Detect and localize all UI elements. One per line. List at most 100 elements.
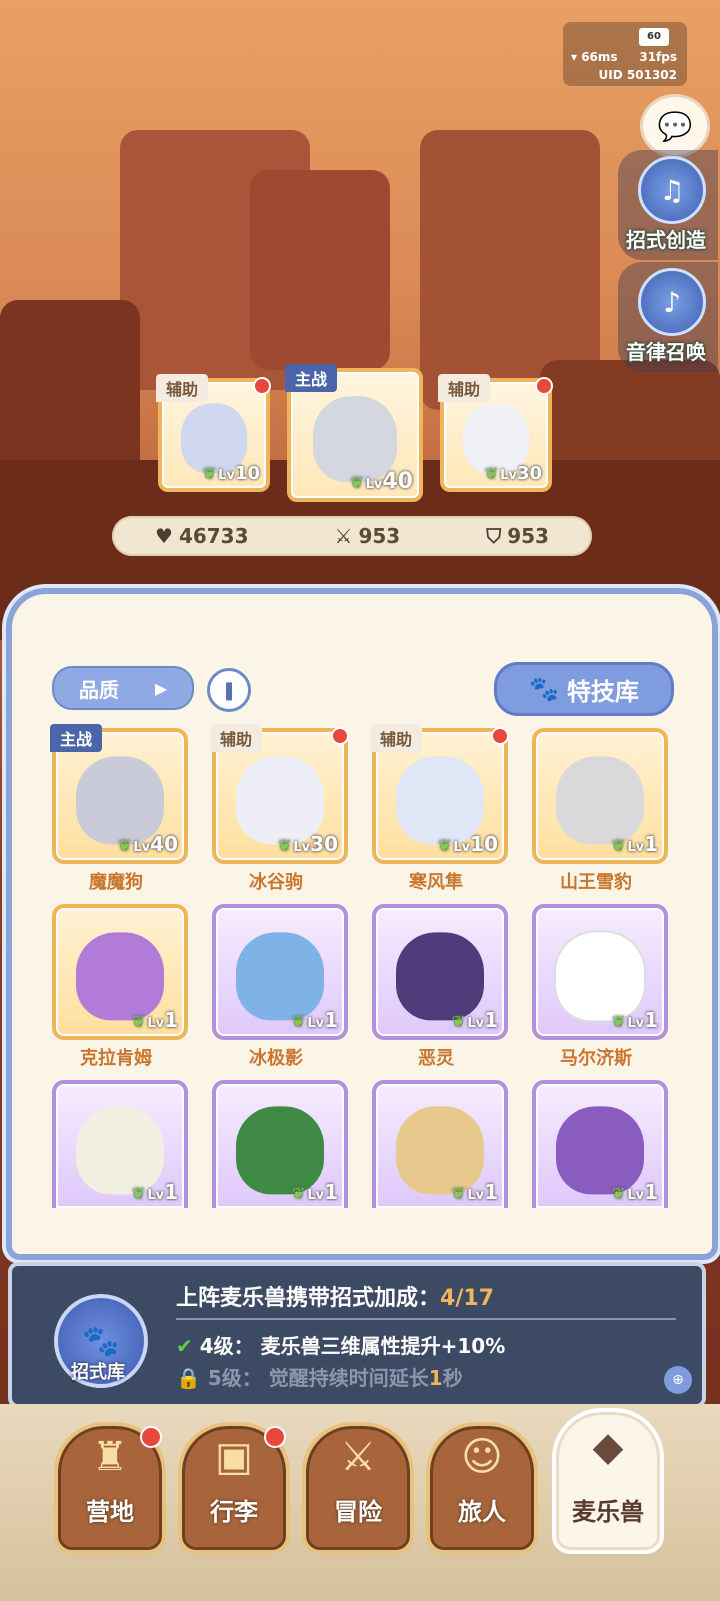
pet-card[interactable]: 主战 ❦ Lv40 xyxy=(50,724,188,864)
move-library-label: 招式库 xyxy=(71,1362,125,1383)
chat-bubble-icon: 💬 xyxy=(657,109,693,143)
paw-icon: 🐾 xyxy=(529,675,559,703)
paw-shield-icon: 🐾 xyxy=(82,1323,120,1359)
pet-card[interactable]: ❦ Lv1 xyxy=(212,904,348,1040)
pet-card[interactable]: 辅助 ❦ Lv30 xyxy=(210,724,349,864)
team-slot-support-2[interactable]: 辅助 ❦ Lv30 xyxy=(438,374,553,492)
rhythm-summon-label: 音律召唤 xyxy=(626,340,706,364)
pet-card[interactable]: ❦ Lv1 xyxy=(372,904,508,1040)
nav-adventure[interactable]: ⚔ 冒险 xyxy=(302,1422,414,1554)
role-tag: 主战 xyxy=(285,364,338,392)
uid-readout: UID 501302 xyxy=(598,68,677,82)
quality-filter-button[interactable]: 品质 ▶ xyxy=(52,666,194,710)
level-badge: ❦ Lv1 xyxy=(611,832,658,856)
rhythm-summon-button[interactable]: ♪ 音律召唤 xyxy=(618,262,718,372)
lyre-icon: ♪ xyxy=(638,268,706,336)
pet-card[interactable]: ❦ Lv1 xyxy=(372,1080,508,1208)
traveler-icon: ☺ xyxy=(461,1434,503,1480)
move-bonus-panel: 🐾 招式库 上阵麦乐兽携带招式加成：4/17 ✔ 4级： 麦乐兽三维属性提升+1… xyxy=(8,1262,706,1408)
pet-name: 寒风隼 xyxy=(409,872,463,893)
bonus-count: 4/17 xyxy=(440,1286,494,1311)
notification-dot xyxy=(253,377,271,395)
pet-card[interactable]: ❦ Lv1 xyxy=(52,1080,188,1208)
fox-icon: ◆ xyxy=(592,1424,624,1470)
heart-icon: ♥ xyxy=(155,524,173,548)
pet-card[interactable]: ❦ Lv1 xyxy=(532,1080,668,1208)
bonus-row-locked: 🔒 5级： 觉醒持续时间延长1秒 xyxy=(176,1366,463,1390)
team-slot-support-1[interactable]: 辅助 ❦ Lv10 xyxy=(156,374,271,492)
level-badge: ❦ Lv10 xyxy=(437,832,498,856)
notification-dot xyxy=(491,727,509,745)
level-badge: ❦ Lv1 xyxy=(131,1180,178,1204)
level-badge: ❦ Lv40 xyxy=(350,469,413,494)
role-tag: 辅助 xyxy=(210,724,263,752)
pet-name: 恶灵 xyxy=(418,1048,454,1069)
pet-name: 克拉肯姆 xyxy=(80,1048,152,1069)
move-create-label: 招式创造 xyxy=(626,228,706,252)
nav-luggage[interactable]: ▣ 行李 xyxy=(178,1422,290,1554)
level-badge: ❦ Lv30 xyxy=(484,463,542,484)
level-badge: ❦ Lv1 xyxy=(451,1180,498,1204)
level-badge: ❦ Lv1 xyxy=(131,1008,178,1032)
swords-icon: ⚔ xyxy=(340,1434,376,1480)
nav-label: 冒险 xyxy=(334,1498,382,1526)
defense-stat: ⛉ 953 xyxy=(486,524,549,548)
pet-name: 冰极影 xyxy=(249,1048,303,1069)
chat-button[interactable]: 💬 xyxy=(640,94,710,158)
lock-icon: 🔒 xyxy=(176,1366,201,1390)
role-tag: 辅助 xyxy=(438,374,491,402)
level-badge: ❦ Lv1 xyxy=(291,1008,338,1032)
ping-readout: ▾ 66ms xyxy=(571,50,618,64)
pet-name: 山王雪豹 xyxy=(560,872,632,893)
nav-label: 行李 xyxy=(210,1498,258,1526)
level-badge: ❦ Lv1 xyxy=(451,1008,498,1032)
pet-name: 魔魔狗 xyxy=(89,872,143,893)
check-icon: ✔ xyxy=(176,1334,193,1358)
pet-card[interactable]: ❦ Lv1 xyxy=(532,904,668,1040)
team-slot-main[interactable]: 主战 ❦ Lv40 xyxy=(285,364,423,502)
divider xyxy=(176,1318,676,1320)
fps-readout: 31fps xyxy=(639,50,677,64)
team-stats-bar: ♥ 46733 ⚔ 953 ⛉ 953 xyxy=(112,516,592,556)
level-badge: ❦ Lv1 xyxy=(611,1180,658,1204)
book-icon: ❚ xyxy=(221,679,237,701)
notification-dot xyxy=(140,1426,162,1448)
role-tag: 辅助 xyxy=(370,724,423,752)
pet-card[interactable]: ❦ Lv1 xyxy=(52,904,188,1040)
pet-name: 马尔济斯 xyxy=(560,1048,632,1069)
role-tag: 主战 xyxy=(50,724,103,752)
pet-card[interactable]: 辅助 ❦ Lv10 xyxy=(370,724,509,864)
crossed-swords-icon: ⚔ xyxy=(334,524,353,548)
level-badge: ❦ Lv30 xyxy=(277,832,338,856)
pet-name: 冰谷驹 xyxy=(249,872,303,893)
bonus-row-unlocked: ✔ 4级： 麦乐兽三维属性提升+10% xyxy=(176,1334,506,1358)
skill-library-button[interactable]: 🐾 特技库 xyxy=(494,662,674,716)
level-badge: ❦ Lv40 xyxy=(117,832,178,856)
nav-pets[interactable]: ◆ 麦乐兽 xyxy=(552,1408,664,1554)
chevron-right-icon: ▶ xyxy=(154,678,168,698)
nav-traveler[interactable]: ☺ 旅人 xyxy=(426,1422,538,1554)
attack-stat: ⚔ 953 xyxy=(334,524,401,548)
nav-label: 旅人 xyxy=(458,1498,506,1526)
status-panel: 60 ▾ 66ms 31fps UID 501302 xyxy=(563,22,687,86)
nav-label: 营地 xyxy=(86,1498,134,1526)
pet-card[interactable]: ❦ Lv1 xyxy=(532,728,668,864)
shield-icon: ⛉ xyxy=(486,524,502,548)
notification-dot xyxy=(331,727,349,745)
handbook-button[interactable]: ❚ xyxy=(207,668,251,712)
level-badge: ❦ Lv10 xyxy=(202,463,260,484)
book-music-icon: ♫ xyxy=(638,156,706,224)
pet-card[interactable]: ❦ Lv1 xyxy=(212,1080,348,1208)
bonus-title: 上阵麦乐兽携带招式加成：4/17 xyxy=(176,1286,494,1311)
notification-dot xyxy=(535,377,553,395)
level-badge: ❦ Lv1 xyxy=(611,1008,658,1032)
role-tag: 辅助 xyxy=(156,374,209,402)
move-create-button[interactable]: ♫ 招式创造 xyxy=(618,150,718,260)
nav-label: 麦乐兽 xyxy=(572,1498,644,1526)
zoom-in-button[interactable]: ⊕ xyxy=(664,1366,692,1394)
level-badge: ❦ Lv1 xyxy=(291,1180,338,1204)
magnifier-icon: ⊕ xyxy=(672,1372,684,1388)
notification-dot xyxy=(264,1426,286,1448)
battery-icon: 60 xyxy=(639,28,669,46)
nav-camp[interactable]: ♜ 营地 xyxy=(54,1422,166,1554)
